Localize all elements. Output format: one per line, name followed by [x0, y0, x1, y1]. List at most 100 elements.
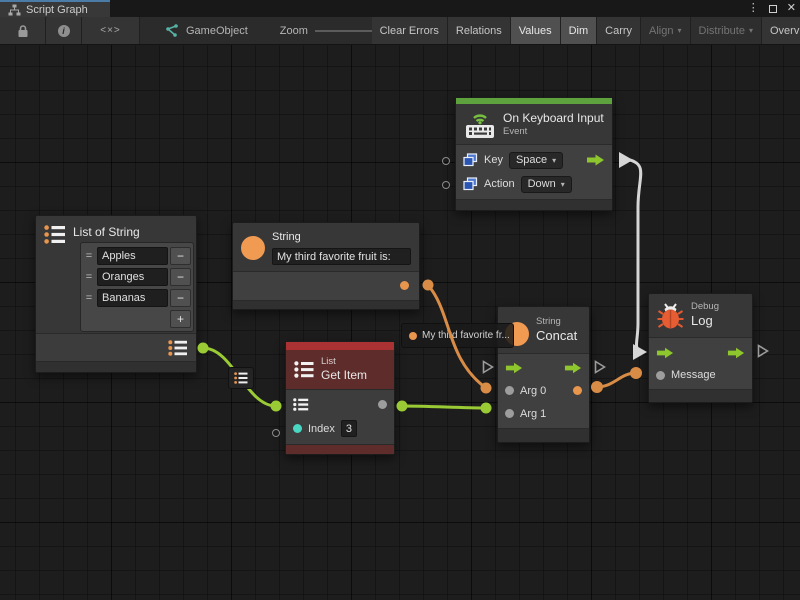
bug-icon [657, 301, 684, 330]
node-category: String [536, 316, 577, 328]
node-list-of-string[interactable]: List of String = Apples − = Oranges − = [35, 215, 197, 373]
arg0-input-port[interactable] [505, 386, 514, 395]
node-string-literal[interactable]: String My third favorite fruit is: [232, 222, 420, 310]
remove-item-button[interactable]: − [170, 268, 191, 286]
overview-button[interactable]: Overv [762, 17, 800, 44]
dim-toggle[interactable]: Dim [561, 17, 598, 44]
node-get-item[interactable]: List Get Item Index 3 [285, 341, 395, 455]
string-value-field[interactable]: My third favorite fruit is: [272, 248, 411, 265]
action-dropdown[interactable]: Down▾ [521, 176, 572, 193]
unconnected-port[interactable] [442, 181, 450, 189]
result-output-port[interactable] [573, 386, 582, 395]
tab-title: Script Graph [26, 4, 88, 16]
graph-icon [8, 4, 21, 16]
unconnected-flow-output[interactable] [594, 360, 606, 374]
item-output-port[interactable] [378, 400, 387, 409]
list-editor: = Apples − = Oranges − = Bananas − + [80, 242, 194, 332]
keyboard-icon [464, 109, 496, 139]
list-item-field[interactable]: Apples [97, 247, 168, 265]
list-input-port[interactable] [293, 398, 309, 411]
key-dropdown[interactable]: Space▾ [509, 152, 563, 169]
clear-errors-button[interactable]: Clear Errors [372, 17, 448, 44]
wire-white-flow[interactable] [619, 152, 647, 360]
index-label: Index [308, 423, 335, 435]
node-category: List [321, 356, 367, 368]
chevron-down-icon: ▾ [749, 26, 753, 35]
relations-button[interactable]: Relations [448, 17, 511, 44]
list-icon [234, 372, 248, 384]
node-subtitle: Event [503, 126, 604, 138]
node-footer [498, 429, 589, 442]
gameobject-icon [164, 23, 179, 38]
arg1-label: Arg 1 [520, 408, 546, 420]
window-menu-icon[interactable]: ⋮ [748, 3, 759, 14]
unconnected-port[interactable] [442, 157, 450, 165]
arg0-label: Arg 0 [520, 385, 546, 397]
remove-item-button[interactable]: − [170, 247, 191, 265]
action-port-label: Action [484, 178, 515, 190]
drag-handle-icon[interactable]: = [83, 292, 95, 304]
value-preview-tooltip: My third favorite fr... [401, 323, 514, 348]
flow-output-port[interactable] [564, 362, 582, 374]
chevron-down-icon: ▾ [552, 156, 556, 165]
string-value-icon [409, 332, 417, 340]
graph-canvas[interactable]: On Keyboard Input Event Key Space▾ Actio… [0, 45, 800, 600]
list-item-field[interactable]: Bananas [97, 289, 168, 307]
node-footer [649, 390, 752, 402]
node-category: Debug [691, 301, 719, 313]
unconnected-port[interactable] [272, 429, 280, 437]
node-debug-log[interactable]: Debug Log Message [648, 293, 753, 403]
node-title: Get Item [321, 368, 367, 383]
node-title: Concat [536, 328, 577, 344]
wire-start-arrow[interactable] [619, 152, 633, 168]
error-color-strip [286, 342, 394, 350]
arg1-input-port[interactable] [505, 409, 514, 418]
lock-button[interactable] [0, 17, 46, 44]
remove-item-button[interactable]: − [170, 289, 191, 307]
script-graph-window: Script Graph ⋮ ✕ i <×> GameObject Zoom 1… [0, 0, 800, 600]
preview-code-button[interactable]: <×> [82, 17, 140, 44]
gameobject-label: GameObject [186, 25, 248, 37]
message-input-port[interactable] [656, 371, 665, 380]
list-output-port[interactable] [168, 340, 188, 356]
chevron-down-icon: ▾ [561, 180, 565, 189]
node-title: On Keyboard Input [503, 111, 604, 126]
distribute-dropdown[interactable]: Distribute▾ [691, 17, 762, 44]
list-item-field[interactable]: Oranges [97, 268, 168, 286]
flow-input-port[interactable] [656, 347, 674, 359]
add-item-button[interactable]: + [170, 310, 191, 328]
index-input-port[interactable] [293, 424, 302, 433]
node-footer [233, 301, 419, 309]
tab-bar: Script Graph ⋮ ✕ [0, 0, 800, 17]
code-icon: <×> [100, 25, 121, 36]
flow-output-port[interactable] [586, 154, 605, 166]
list-item-row: = Apples − [83, 246, 191, 266]
unconnected-flow-input[interactable] [482, 360, 494, 374]
tooltip-text: My third favorite fr... [422, 330, 510, 341]
flow-input-port[interactable] [505, 362, 523, 374]
drag-handle-icon[interactable]: = [83, 250, 95, 262]
enum-icon [463, 153, 478, 167]
carry-toggle[interactable]: Carry [597, 17, 641, 44]
tab-script-graph[interactable]: Script Graph [0, 0, 110, 17]
list-icon [44, 225, 66, 244]
graph-toolbar: i <×> GameObject Zoom 1x Clear Errors Re… [0, 17, 800, 45]
flow-output-port[interactable] [727, 347, 745, 359]
wire-green-item[interactable] [397, 401, 492, 414]
node-footer [36, 361, 196, 372]
node-title: List of String [73, 225, 140, 239]
align-dropdown[interactable]: Align▾ [641, 17, 690, 44]
close-icon[interactable]: ✕ [787, 3, 796, 14]
values-toggle[interactable]: Values [511, 17, 561, 44]
node-on-keyboard-input[interactable]: On Keyboard Input Event Key Space▾ Actio… [455, 97, 613, 211]
drag-handle-icon[interactable]: = [83, 271, 95, 283]
inspect-button[interactable]: i [46, 17, 82, 44]
string-output-port[interactable] [400, 281, 409, 290]
unconnected-flow-output[interactable] [757, 344, 769, 358]
maximize-icon[interactable] [769, 5, 777, 13]
list-icon [294, 361, 314, 378]
wire-end-arrow[interactable] [633, 344, 647, 360]
graph-context[interactable]: GameObject [154, 17, 258, 44]
index-value-field[interactable]: 3 [341, 420, 357, 437]
list-value-preview [228, 367, 254, 389]
